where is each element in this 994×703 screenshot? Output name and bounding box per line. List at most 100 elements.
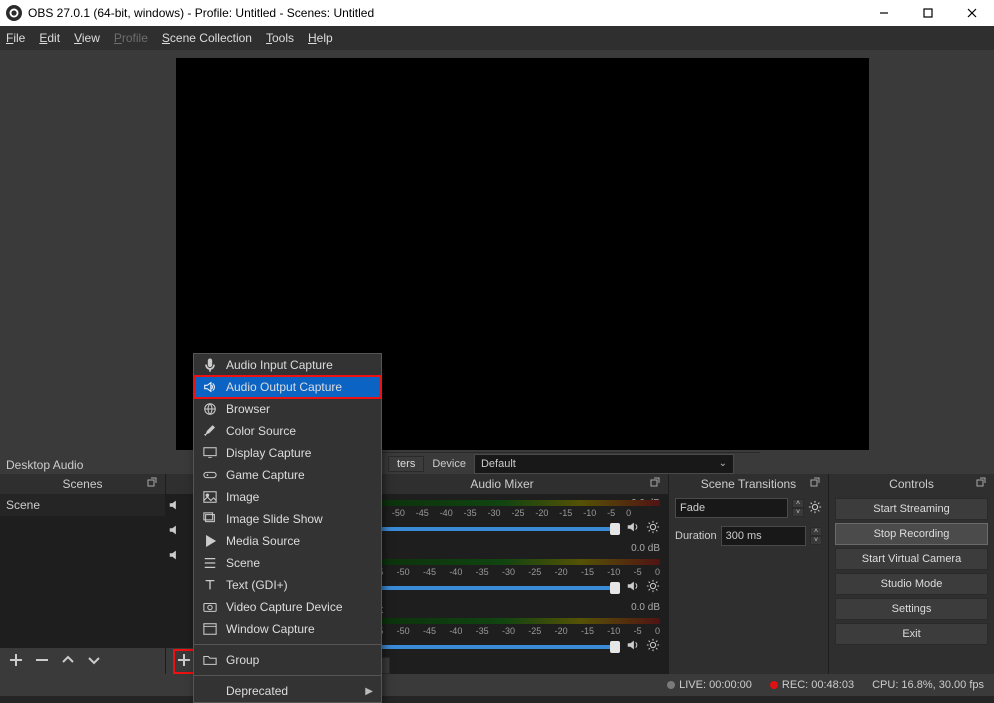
ctx-game-capture[interactable]: Game Capture bbox=[194, 464, 381, 486]
mixer-channel: Audio0.0 dB-60-55-50-45-40-35-30-25-20-1… bbox=[336, 539, 668, 598]
ctx-deprecated[interactable]: Deprecated▶ bbox=[194, 680, 381, 702]
add-source-button[interactable] bbox=[174, 650, 194, 673]
text-icon bbox=[202, 578, 218, 592]
duration-spin[interactable]: ˄˅ bbox=[810, 527, 822, 545]
start-virtual-camera-button[interactable]: Start Virtual Camera bbox=[835, 548, 988, 570]
source-speaker-icon-3[interactable] bbox=[168, 548, 182, 565]
statusbar: LIVE: 00:00:00 REC: 00:48:03 CPU: 16.8%,… bbox=[0, 674, 994, 696]
volume-slider[interactable] bbox=[344, 586, 620, 590]
transition-spin[interactable]: ˄˅ bbox=[792, 499, 804, 517]
menu-profile[interactable]: Profile bbox=[114, 31, 148, 45]
slides-icon bbox=[202, 512, 218, 526]
mute-button[interactable] bbox=[626, 579, 640, 596]
exit-button[interactable]: Exit bbox=[835, 623, 988, 645]
ctx-color-source[interactable]: Color Source bbox=[194, 420, 381, 442]
scenes-toolbar bbox=[0, 648, 165, 674]
list-icon bbox=[202, 556, 218, 570]
duration-input[interactable]: 300 ms bbox=[721, 526, 806, 546]
audio-mixer-title: Audio Mixer bbox=[470, 477, 533, 491]
globe-icon bbox=[202, 402, 218, 416]
mixer-channel-db: 0.0 dB bbox=[631, 602, 660, 613]
mixer-channel-db: 0.0 dB bbox=[631, 543, 660, 554]
ctx-display-capture[interactable]: Display Capture bbox=[194, 442, 381, 464]
mute-button[interactable] bbox=[626, 520, 640, 537]
menu-view[interactable]: View bbox=[74, 31, 100, 45]
close-button[interactable] bbox=[950, 0, 994, 26]
app-logo bbox=[6, 5, 22, 21]
transition-select[interactable]: Fade bbox=[675, 498, 788, 518]
transition-settings-button[interactable] bbox=[808, 500, 822, 517]
cpu-indicator: CPU: 16.8%, 30.00 fps bbox=[872, 679, 984, 691]
rec-dot-icon bbox=[770, 681, 778, 689]
scenes-title: Scenes bbox=[62, 477, 102, 491]
channel-settings-button[interactable] bbox=[646, 520, 660, 537]
rec-indicator: REC: 00:48:03 bbox=[770, 679, 854, 691]
controls-panel: Controls Start Streaming Stop Recording … bbox=[829, 474, 994, 674]
move-scene-up-button[interactable] bbox=[60, 652, 76, 671]
ctx-separator-2 bbox=[194, 675, 381, 676]
live-indicator: LIVE: 00:00:00 bbox=[667, 679, 752, 691]
move-scene-down-button[interactable] bbox=[86, 652, 102, 671]
add-scene-button[interactable] bbox=[8, 652, 24, 671]
monitor-icon bbox=[202, 446, 218, 460]
volume-slider[interactable] bbox=[344, 645, 620, 649]
mixer-channel: 0.0 dB-60-55-50-45-40-35-30-25-20-15-10-… bbox=[336, 494, 668, 539]
mixer-channel: Mic/Aux0.0 dB-60-55-50-45-40-35-30-25-20… bbox=[336, 598, 668, 657]
popout-icon[interactable] bbox=[976, 476, 990, 490]
menu-help[interactable]: Help bbox=[308, 31, 333, 45]
audio-meter bbox=[344, 500, 660, 506]
maximize-button[interactable] bbox=[906, 0, 950, 26]
menu-file[interactable]: File bbox=[6, 31, 25, 45]
chevron-right-icon: ▶ bbox=[365, 686, 373, 697]
menu-tools[interactable]: Tools bbox=[266, 31, 294, 45]
device-label: Device bbox=[432, 458, 466, 470]
speaker-icon bbox=[202, 380, 218, 394]
ctx-image-slide-show[interactable]: Image Slide Show bbox=[194, 508, 381, 530]
menu-edit[interactable]: Edit bbox=[39, 31, 60, 45]
start-streaming-button[interactable]: Start Streaming bbox=[835, 498, 988, 520]
folder-icon bbox=[202, 653, 218, 667]
device-select[interactable]: Default⌄ bbox=[474, 454, 734, 474]
ctx-scene[interactable]: Scene bbox=[194, 552, 381, 574]
ctx-browser[interactable]: Browser bbox=[194, 398, 381, 420]
popout-icon[interactable] bbox=[810, 476, 824, 490]
controls-title: Controls bbox=[889, 477, 934, 491]
ctx-image[interactable]: Image bbox=[194, 486, 381, 508]
minimize-button[interactable] bbox=[862, 0, 906, 26]
menu-scene-collection[interactable]: Scene Collection bbox=[162, 31, 252, 45]
popout-icon[interactable] bbox=[650, 476, 664, 490]
scene-transitions-title: Scene Transitions bbox=[701, 477, 796, 491]
ctx-window-capture[interactable]: Window Capture bbox=[194, 618, 381, 640]
source-properties-row: ters Device Default⌄ bbox=[380, 452, 760, 474]
scene-item[interactable]: Scene bbox=[0, 494, 165, 516]
studio-mode-button[interactable]: Studio Mode bbox=[835, 573, 988, 595]
ctx-audio-output-capture[interactable]: Audio Output Capture bbox=[194, 376, 381, 398]
channel-settings-button[interactable] bbox=[646, 638, 660, 655]
mute-button[interactable] bbox=[626, 638, 640, 655]
source-speaker-icon[interactable] bbox=[168, 498, 182, 515]
camera-icon bbox=[202, 600, 218, 614]
menubar: File Edit View Profile Scene Collection … bbox=[0, 26, 994, 50]
source-speaker-icon-2[interactable] bbox=[168, 523, 182, 540]
play-icon bbox=[202, 534, 218, 548]
panel-row: Scenes Scene Sources Audio Mixer 0.0 dB bbox=[0, 474, 994, 674]
audio-mixer-panel: Audio Mixer 0.0 dB-60-55-50-45-40-35-30-… bbox=[336, 474, 669, 674]
audio-meter bbox=[344, 618, 660, 624]
volume-slider[interactable] bbox=[344, 527, 620, 531]
settings-button[interactable]: Settings bbox=[835, 598, 988, 620]
ctx-text-gdi[interactable]: Text (GDI+) bbox=[194, 574, 381, 596]
ctx-group[interactable]: Group bbox=[194, 649, 381, 671]
ctx-media-source[interactable]: Media Source bbox=[194, 530, 381, 552]
ctx-video-capture-device[interactable]: Video Capture Device bbox=[194, 596, 381, 618]
gamepad-icon bbox=[202, 468, 218, 482]
ctx-audio-input-capture[interactable]: Audio Input Capture bbox=[194, 354, 381, 376]
remove-scene-button[interactable] bbox=[34, 652, 50, 671]
popout-icon[interactable] bbox=[147, 476, 161, 490]
scenes-panel: Scenes Scene bbox=[0, 474, 166, 674]
window-title: OBS 27.0.1 (64-bit, windows) - Profile: … bbox=[28, 6, 862, 20]
stop-recording-button[interactable]: Stop Recording bbox=[835, 523, 988, 545]
channel-settings-button[interactable] bbox=[646, 579, 660, 596]
image-icon bbox=[202, 490, 218, 504]
filters-button[interactable]: ters bbox=[388, 456, 424, 472]
mic-icon bbox=[202, 358, 218, 372]
